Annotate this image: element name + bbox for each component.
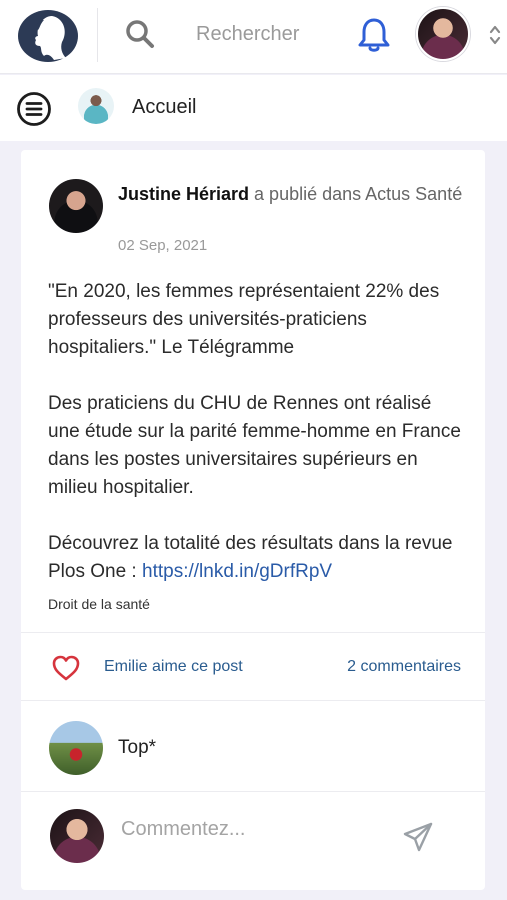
post-tag[interactable]: Droit de la santé	[48, 596, 150, 612]
post-paragraph: "En 2020, les femmes représentaient 22% …	[48, 281, 440, 358]
post-paragraph: Des praticiens du CHU de Rennes ont réal…	[48, 393, 461, 498]
send-icon[interactable]	[401, 820, 435, 854]
search-input[interactable]	[180, 16, 340, 52]
logo-icon[interactable]	[16, 8, 80, 64]
likes-text[interactable]: Emilie aime ce post	[104, 658, 243, 676]
post-header: Justine Hériard a publié dans Actus Sant…	[118, 180, 468, 208]
avatar	[50, 809, 104, 863]
divider	[21, 700, 485, 701]
divider	[21, 632, 485, 633]
post-link[interactable]: https://lnkd.in/gDrfRpV	[142, 561, 332, 582]
avatar[interactable]	[416, 7, 470, 61]
home-avatar[interactable]	[78, 88, 114, 124]
post-date: 02 Sep, 2021	[118, 237, 208, 254]
menu-icon[interactable]	[16, 91, 52, 127]
divider	[21, 791, 485, 792]
bell-icon[interactable]	[357, 16, 391, 54]
comment-input[interactable]	[121, 813, 391, 845]
top-bar	[0, 0, 507, 74]
comment-text: Top*	[118, 737, 157, 758]
divider	[97, 8, 98, 62]
comment-avatar[interactable]	[49, 721, 103, 775]
sub-header	[0, 75, 507, 141]
heart-icon[interactable]	[51, 654, 81, 682]
post-body: "En 2020, les femmes représentaient 22% …	[48, 278, 468, 586]
author-avatar[interactable]	[49, 179, 103, 233]
author-name[interactable]: Justine Hériard	[118, 184, 249, 204]
search-icon[interactable]	[124, 18, 156, 50]
post-action: a publié dans Actus Santé	[249, 184, 463, 204]
post-paragraph: Découvrez la totalité des résultats dans…	[48, 530, 468, 586]
page-title: Accueil	[132, 96, 197, 118]
comments-count[interactable]: 2 commentaires	[347, 658, 461, 676]
post-card: Justine Hériard a publié dans Actus Sant…	[21, 150, 485, 890]
chevron-updown-icon[interactable]	[488, 22, 502, 48]
